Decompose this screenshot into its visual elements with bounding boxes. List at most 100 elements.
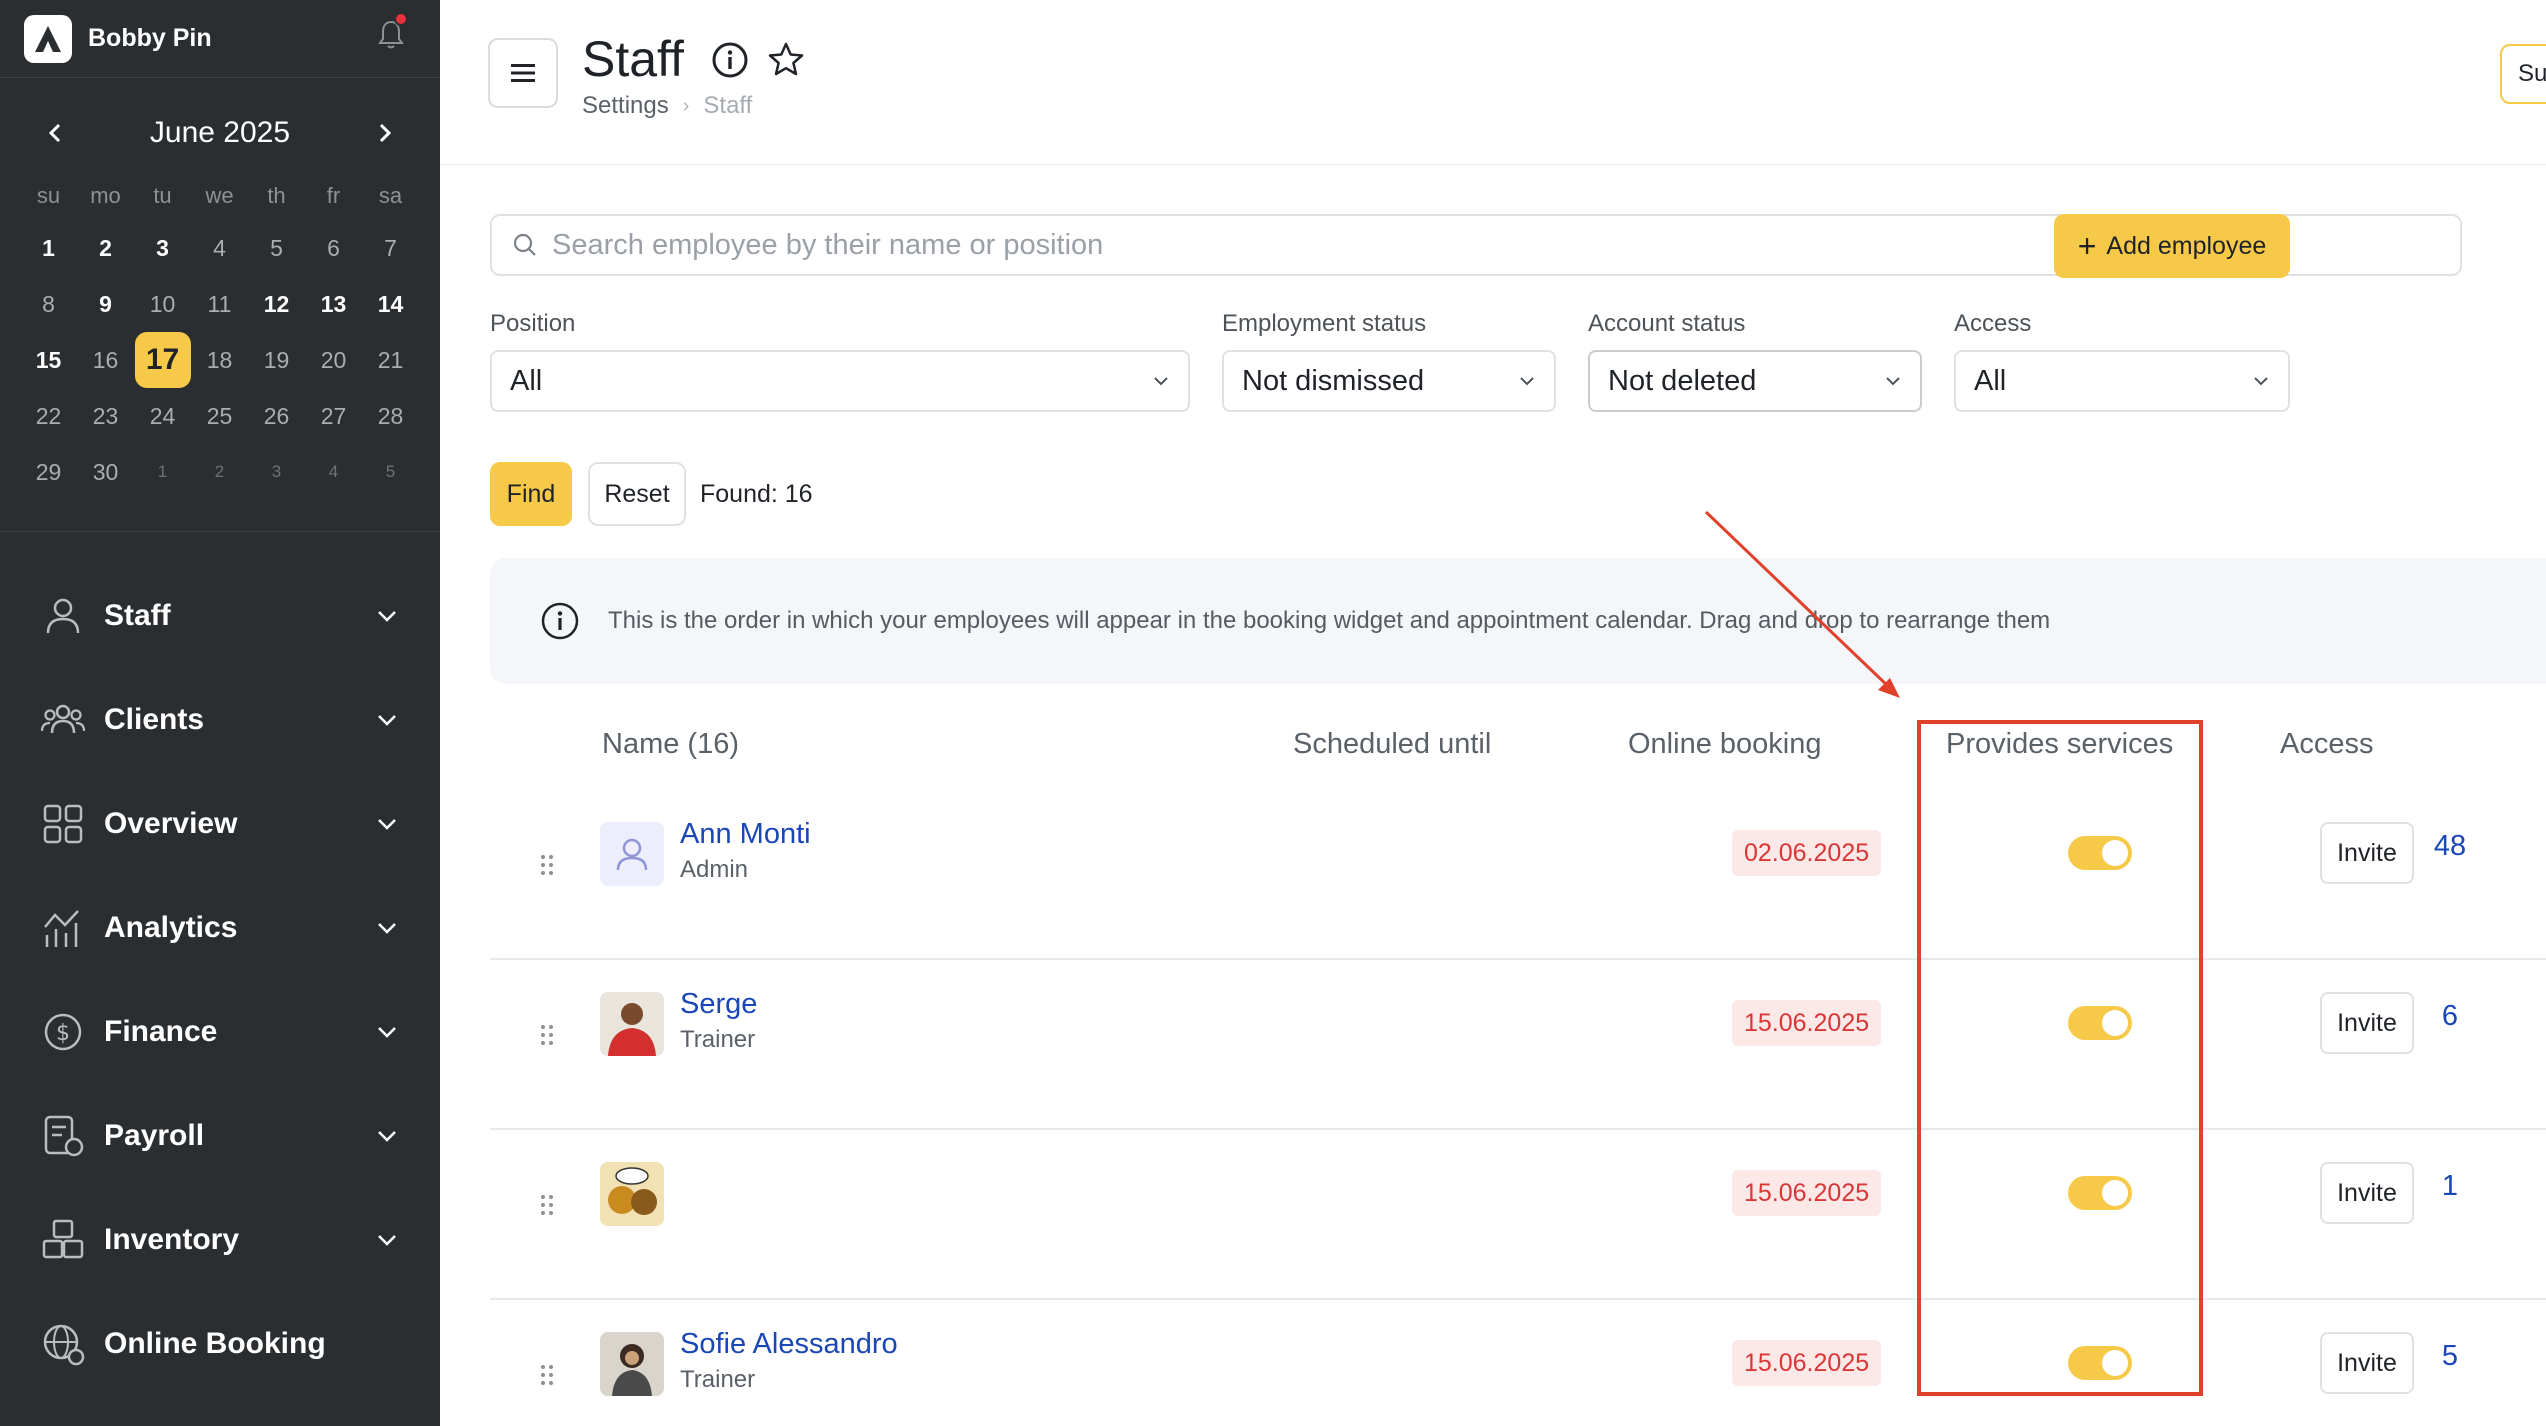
sidebar-item-label: Online Booking [104, 1327, 326, 1360]
search-input[interactable] [552, 228, 1552, 262]
calendar-day[interactable]: 5 [362, 444, 419, 500]
drag-handle-icon[interactable] [538, 853, 556, 877]
account-status-select[interactable]: Not deleted [1588, 350, 1922, 412]
drag-handle-icon[interactable] [538, 1193, 556, 1217]
sidebar-item-finance[interactable]: $ Finance [0, 980, 440, 1084]
calendar-day[interactable]: 11 [191, 276, 248, 332]
menu-toggle-button[interactable] [488, 38, 558, 108]
chevron-down-icon[interactable] [374, 811, 400, 837]
column-header-name[interactable]: Name (16) [602, 728, 739, 761]
app-logo[interactable] [24, 14, 72, 63]
calendar-day[interactable]: 25 [191, 388, 248, 444]
calendar-day-number: 3 [271, 462, 282, 481]
top-right-button[interactable]: Su [2500, 44, 2546, 104]
online-booking-toggle[interactable] [2068, 836, 2132, 870]
calendar-day[interactable]: 7 [362, 220, 419, 276]
chevron-down-icon[interactable] [374, 603, 400, 629]
avatar[interactable] [600, 992, 664, 1056]
invite-button[interactable]: Invite [2320, 1332, 2414, 1394]
calendar-day[interactable]: 23 [77, 388, 134, 444]
employment-status-select[interactable]: Not dismissed [1222, 350, 1556, 412]
online-booking-toggle[interactable] [2068, 1006, 2132, 1040]
found-count: Found: 16 [700, 480, 813, 508]
calendar-day[interactable]: 19 [248, 332, 305, 388]
sidebar-item-analytics[interactable]: Analytics [0, 876, 440, 980]
drag-handle-icon[interactable] [538, 1023, 556, 1047]
calendar-day[interactable]: 13 [305, 276, 362, 332]
calendar-day[interactable]: 14 [362, 276, 419, 332]
add-employee-button[interactable]: + Add employee [2054, 214, 2290, 278]
drag-handle-icon[interactable] [538, 1363, 556, 1387]
calendar-day[interactable]: 28 [362, 388, 419, 444]
calendar-day[interactable]: 4 [191, 220, 248, 276]
calendar-day[interactable]: 4 [305, 444, 362, 500]
calendar-day[interactable]: 1 [134, 444, 191, 500]
calendar-day[interactable]: 30 [77, 444, 134, 500]
calendar-day[interactable]: 20 [305, 332, 362, 388]
sidebar-item-overview[interactable]: Overview [0, 772, 440, 876]
calendar-day[interactable]: 3 [248, 444, 305, 500]
column-header-scheduled[interactable]: Scheduled until [1293, 728, 1491, 761]
calendar-day[interactable]: 26 [248, 388, 305, 444]
star-icon[interactable] [766, 40, 806, 80]
calendar-day-today[interactable]: 17 [134, 332, 191, 388]
calendar-day[interactable]: 1 [20, 220, 77, 276]
access-select[interactable]: All [1954, 350, 2290, 412]
table-row[interactable]: 15.06.2025 1 Invite [490, 1130, 2546, 1300]
table-row[interactable]: Serge Trainer 15.06.2025 6 Invite [490, 960, 2546, 1130]
calendar-day[interactable]: 10 [134, 276, 191, 332]
sidebar-item-online-booking[interactable]: Online Booking [0, 1292, 440, 1396]
online-booking-toggle[interactable] [2068, 1346, 2132, 1380]
avatar[interactable] [600, 1162, 664, 1226]
calendar-day[interactable]: 6 [305, 220, 362, 276]
calendar-day[interactable]: 15 [20, 332, 77, 388]
sidebar-item-staff[interactable]: Staff [0, 564, 440, 668]
employee-name[interactable]: Serge [680, 988, 757, 1021]
calendar-day[interactable]: 5 [248, 220, 305, 276]
chevron-down-icon[interactable] [374, 915, 400, 941]
table-row[interactable]: Ann Monti Admin 02.06.2025 48 Invite [490, 790, 2546, 960]
prev-month-button[interactable] [36, 113, 76, 153]
position-select[interactable]: All [490, 350, 1190, 412]
calendar-day[interactable]: 3 [134, 220, 191, 276]
chevron-down-icon[interactable] [374, 1019, 400, 1045]
sidebar-item-payroll[interactable]: Payroll [0, 1084, 440, 1188]
calendar-day[interactable]: 22 [20, 388, 77, 444]
calendar-day[interactable]: 9 [77, 276, 134, 332]
employee-name[interactable]: Ann Monti [680, 818, 811, 851]
calendar-day-number: 11 [207, 291, 232, 317]
employee-name[interactable]: Sofie Alessandro [680, 1328, 898, 1361]
sidebar-item-inventory[interactable]: Inventory [0, 1188, 440, 1292]
column-header-access[interactable]: Access [2280, 728, 2373, 761]
calendar-day[interactable]: 8 [20, 276, 77, 332]
info-icon[interactable] [710, 40, 750, 80]
calendar-day[interactable]: 21 [362, 332, 419, 388]
calendar-day[interactable]: 12 [248, 276, 305, 332]
table-row[interactable]: Sofie Alessandro Trainer 15.06.2025 5 Invite [490, 1300, 2546, 1426]
calendar-day[interactable]: 16 [77, 332, 134, 388]
avatar[interactable] [600, 822, 664, 886]
calendar-day[interactable]: 18 [191, 332, 248, 388]
sidebar-item-clients[interactable]: Clients [0, 668, 440, 772]
calendar-day[interactable]: 2 [77, 220, 134, 276]
calendar-day[interactable]: 27 [305, 388, 362, 444]
chevron-down-icon[interactable] [374, 1123, 400, 1149]
column-header-provides-services[interactable]: Provides services [1946, 728, 2173, 761]
avatar[interactable] [600, 1332, 664, 1396]
next-month-button[interactable] [364, 113, 404, 153]
reset-button[interactable]: Reset [588, 462, 686, 526]
find-button[interactable]: Find [490, 462, 572, 526]
online-booking-toggle[interactable] [2068, 1176, 2132, 1210]
breadcrumb-settings[interactable]: Settings [582, 92, 669, 120]
calendar-day-number: 27 [320, 403, 347, 429]
position-value: All [510, 364, 543, 397]
calendar-day[interactable]: 29 [20, 444, 77, 500]
chevron-down-icon[interactable] [374, 1227, 400, 1253]
calendar-day[interactable]: 24 [134, 388, 191, 444]
chevron-down-icon[interactable] [374, 707, 400, 733]
invite-button[interactable]: Invite [2320, 1162, 2414, 1224]
calendar-day[interactable]: 2 [191, 444, 248, 500]
invite-button[interactable]: Invite [2320, 822, 2414, 884]
invite-button[interactable]: Invite [2320, 992, 2414, 1054]
column-header-online-booking[interactable]: Online booking [1628, 728, 1821, 761]
